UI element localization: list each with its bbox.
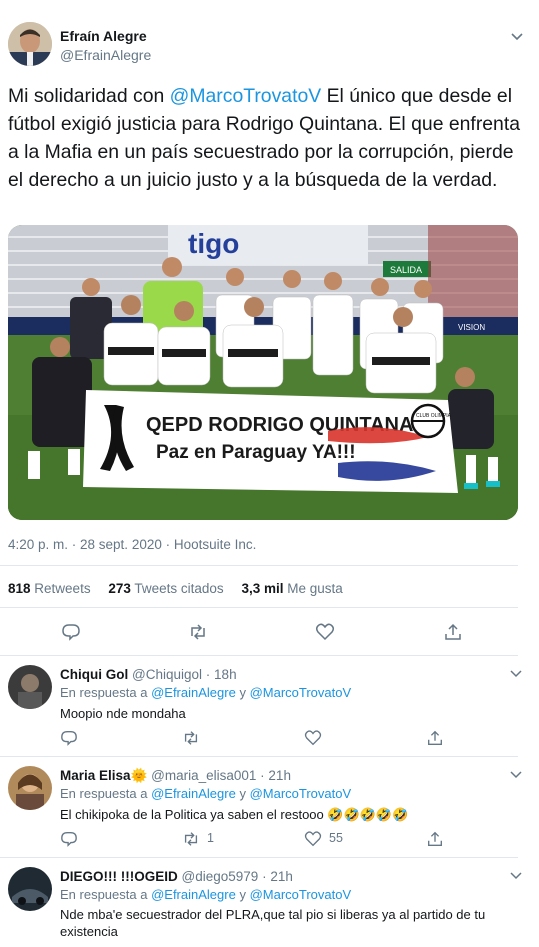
reply-to-line: En respuesta a @EfrainAlegre y @MarcoTro… xyxy=(60,685,351,700)
share-icon[interactable] xyxy=(443,622,463,642)
retweet-icon[interactable] xyxy=(188,622,208,642)
mention-link[interactable]: @EfrainAlegre xyxy=(151,685,236,700)
reply-text: Nde mba'e secuestrador del PLRA,que tal … xyxy=(60,907,486,939)
chevron-down-icon[interactable] xyxy=(509,767,523,781)
retweet-count: 1 xyxy=(207,831,214,845)
chevron-down-icon[interactable] xyxy=(509,28,525,44)
reply-author-name: Chiqui Gol xyxy=(60,667,129,682)
likes-label: Me gusta xyxy=(287,581,343,596)
like-icon[interactable] xyxy=(315,622,335,642)
chevron-down-icon[interactable] xyxy=(509,868,523,882)
reply-time-separator: · xyxy=(262,869,267,884)
vision-board: VISION xyxy=(458,323,485,332)
mention-link[interactable]: @EfrainAlegre xyxy=(151,887,236,902)
reply-to-joiner: y xyxy=(239,685,246,700)
reply-to-label: En respuesta a xyxy=(60,887,148,902)
crest-text: CLUB OLIMPIA xyxy=(416,413,452,419)
like-icon[interactable] xyxy=(304,729,322,747)
retweets-stat[interactable]: 818 Retweets xyxy=(8,581,91,596)
likes-count: 3,3 mil xyxy=(241,581,284,596)
reply-author-handle: @maria_elisa001 xyxy=(151,768,257,783)
avatar[interactable] xyxy=(8,22,52,66)
tweet-text: Mi solidaridad con @MarcoTrovatoV El úni… xyxy=(8,82,528,194)
like-count: 55 xyxy=(329,831,343,845)
quotes-count: 273 xyxy=(108,581,131,596)
reply-text: El chikipoka de la Politica ya saben el … xyxy=(60,807,409,822)
reply-author-handle: @Chiquigol xyxy=(132,667,203,682)
tweet-header: Efraín Alegre @EfrainAlegre xyxy=(8,20,531,68)
avatar[interactable] xyxy=(8,665,52,709)
reply-time[interactable]: 21h xyxy=(270,869,293,884)
like-icon[interactable] xyxy=(304,830,322,848)
reply-icon[interactable] xyxy=(60,729,78,747)
reply-author[interactable]: Chiqui Gol @Chiquigol · 18h xyxy=(60,667,237,682)
reply-to-label: En respuesta a xyxy=(60,786,148,801)
reply-tweet[interactable]: Chiqui Gol @Chiquigol · 18h En respuesta… xyxy=(0,656,539,756)
tweet-timestamp[interactable]: 4:20 p. m. · 28 sept. 2020 · Hootsuite I… xyxy=(8,537,256,552)
retweet-icon[interactable] xyxy=(182,830,200,848)
reply-author[interactable]: DIEGO!!! !!!OGEID @diego5979 · 21h xyxy=(60,869,293,884)
author-handle[interactable]: @EfrainAlegre xyxy=(60,47,151,63)
reply-to-label: En respuesta a xyxy=(60,685,148,700)
reply-to-joiner: y xyxy=(239,786,246,801)
reply-icon[interactable] xyxy=(61,622,81,642)
share-icon[interactable] xyxy=(426,830,444,848)
reply-author[interactable]: Maria Elisa🌞 @maria_elisa001 · 21h xyxy=(60,768,291,784)
mention-link[interactable]: @MarcoTrovatoV xyxy=(250,786,352,801)
stadium-text: tigo xyxy=(188,228,239,259)
tweet-stats: 818 Retweets 273 Tweets citados 3,3 mil … xyxy=(8,581,343,596)
reply-author-name: Maria Elisa xyxy=(60,768,131,783)
mention-link[interactable]: @MarcoTrovatoV xyxy=(250,685,352,700)
avatar[interactable] xyxy=(8,867,52,911)
divider xyxy=(0,607,518,608)
reply-author-emoji: 🌞 xyxy=(130,768,148,783)
reply-to-line: En respuesta a @EfrainAlegre y @MarcoTro… xyxy=(60,887,351,902)
mention-link[interactable]: @MarcoTrovatoV xyxy=(250,887,352,902)
chevron-down-icon[interactable] xyxy=(509,666,523,680)
banner-line-2: Paz en Paraguay YA!!! xyxy=(156,442,356,463)
tweet-text-prefix: Mi solidaridad con xyxy=(8,85,170,107)
retweets-count: 818 xyxy=(8,581,31,596)
likes-stat[interactable]: 3,3 mil Me gusta xyxy=(241,581,342,596)
divider xyxy=(0,565,518,566)
mention-link[interactable]: @MarcoTrovatoV xyxy=(170,85,322,107)
reply-time-separator: · xyxy=(205,667,211,682)
avatar[interactable] xyxy=(8,766,52,810)
tweet-photo[interactable]: tigo SALIDA VISION QEPD RODRIGO QUINTANA… xyxy=(8,225,518,520)
author-name[interactable]: Efraín Alegre xyxy=(60,28,147,44)
reply-time[interactable]: 21h xyxy=(268,768,291,783)
salida-sign: SALIDA xyxy=(390,265,422,275)
reply-text: Moopio nde mondaha xyxy=(60,706,186,721)
retweets-label: Retweets xyxy=(34,581,91,596)
quotes-label: Tweets citados xyxy=(134,581,224,596)
reply-tweet[interactable]: Maria Elisa🌞 @maria_elisa001 · 21h En re… xyxy=(0,757,539,857)
reply-author-name: DIEGO!!! !!!OGEID xyxy=(60,869,178,884)
mention-link[interactable]: @EfrainAlegre xyxy=(151,786,236,801)
reply-author-handle: @diego5979 xyxy=(181,869,259,884)
share-icon[interactable] xyxy=(426,729,444,747)
reply-to-joiner: y xyxy=(239,887,246,902)
reply-icon[interactable] xyxy=(60,830,78,848)
quotes-stat[interactable]: 273 Tweets citados xyxy=(108,581,223,596)
reply-tweet[interactable]: DIEGO!!! !!!OGEID @diego5979 · 21h En re… xyxy=(0,858,539,947)
reply-time-separator: · xyxy=(260,768,265,783)
reply-time[interactable]: 18h xyxy=(214,667,237,682)
reply-to-line: En respuesta a @EfrainAlegre y @MarcoTro… xyxy=(60,786,351,801)
retweet-icon[interactable] xyxy=(182,729,200,747)
